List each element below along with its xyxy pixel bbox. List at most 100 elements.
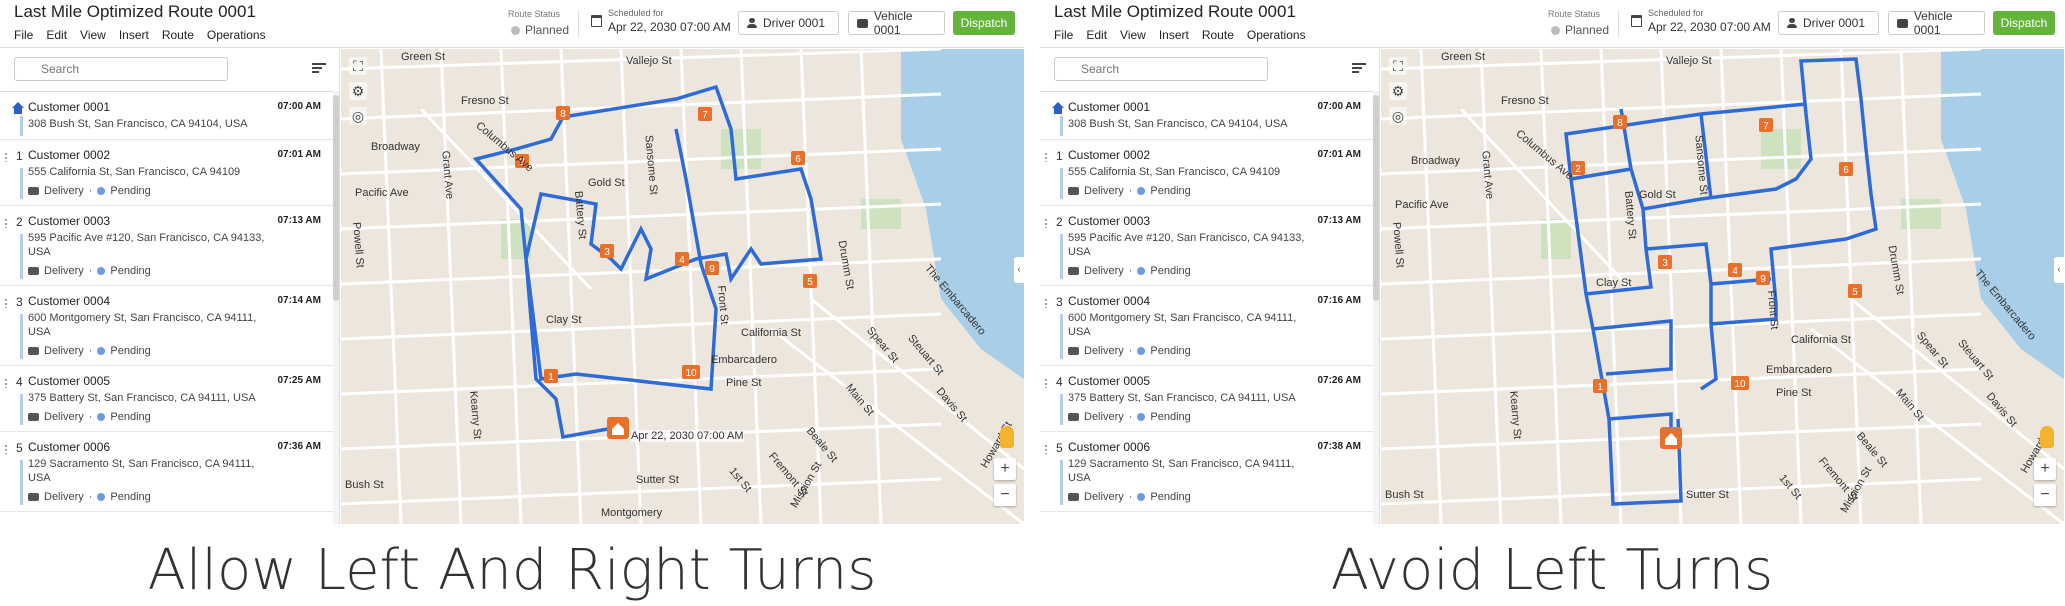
marker-7[interactable]: 7: [1759, 118, 1773, 132]
marker-8[interactable]: 8: [1613, 115, 1627, 129]
zoom-in-button[interactable]: +: [2034, 458, 2056, 480]
route-map[interactable]: 1 2 3 4 5 6 7 8 9 10 Green St Vallejo St…: [1381, 49, 2064, 524]
marker-5[interactable]: 5: [803, 274, 817, 288]
stop-status: Pending: [1150, 185, 1191, 197]
menu-file[interactable]: File: [1054, 28, 1073, 42]
route-map[interactable]: 1 2 3 4 5 6 7 8 9 10 Green St Vallejo St…: [341, 49, 1024, 524]
drag-handle-icon[interactable]: [1044, 378, 1048, 388]
vehicle-selector[interactable]: Vehicle 0001: [848, 9, 945, 37]
dispatch-button[interactable]: Dispatch: [1993, 11, 2055, 35]
drag-handle-icon[interactable]: [4, 298, 8, 308]
marker-8[interactable]: 8: [556, 106, 570, 120]
gear-icon[interactable]: ⚙: [1389, 82, 1407, 100]
street-label: Green St: [1441, 51, 1486, 63]
zoom-out-button[interactable]: −: [2034, 484, 2056, 506]
stop-type: Delivery: [1084, 411, 1124, 423]
stops-sidebar: Customer 0001 308 Bush St, San Francisco…: [0, 49, 340, 524]
depot-marker[interactable]: [607, 417, 629, 439]
pegman-icon[interactable]: [2040, 426, 2054, 448]
drag-handle-icon[interactable]: [4, 378, 8, 388]
drag-handle-icon[interactable]: [1044, 152, 1048, 162]
svg-text:9: 9: [709, 264, 715, 275]
stop-address: 129 Sacramento St, San Francisco, CA 941…: [28, 458, 255, 484]
marker-4[interactable]: 4: [1728, 263, 1742, 277]
fullscreen-icon[interactable]: ⛶: [1389, 57, 1407, 75]
pending-dot-icon: [97, 187, 106, 195]
stop-item[interactable]: 4 Customer 0005 375 Battery St, San Fran…: [1040, 366, 1373, 432]
marker-6[interactable]: 6: [791, 151, 805, 165]
menu-edit[interactable]: Edit: [46, 28, 67, 42]
stop-item-depot[interactable]: Customer 0001 308 Bush St, San Francisco…: [1040, 92, 1373, 140]
stop-item[interactable]: 2 Customer 0003 595 Pacific Ave #120, Sa…: [0, 206, 333, 286]
marker-4[interactable]: 4: [675, 252, 689, 266]
marker-9[interactable]: 9: [1756, 271, 1770, 285]
scrollbar-thumb[interactable]: [333, 95, 339, 301]
drag-handle-icon[interactable]: [1044, 298, 1048, 308]
scrollbar-thumb[interactable]: [1373, 95, 1379, 301]
marker-6[interactable]: 6: [1839, 162, 1853, 176]
marker-10[interactable]: 10: [682, 365, 700, 379]
stop-item[interactable]: 2 Customer 0003 595 Pacific Ave #120, Sa…: [1040, 206, 1373, 286]
stop-item[interactable]: 1 Customer 0002 555 California St, San F…: [0, 140, 333, 206]
vehicle-selector[interactable]: Vehicle 0001: [1888, 9, 1985, 37]
chevron-left-icon[interactable]: ‹: [2054, 257, 2064, 283]
svg-text:4: 4: [679, 255, 685, 266]
menu-operations[interactable]: Operations: [1247, 28, 1306, 42]
drag-handle-icon[interactable]: [4, 218, 8, 228]
route-bar: [1060, 116, 1063, 136]
search-input[interactable]: [1054, 57, 1268, 81]
driver-selector[interactable]: Driver 0001: [738, 11, 839, 35]
layers-icon[interactable]: ◎: [349, 107, 367, 125]
menu-view[interactable]: View: [1120, 28, 1146, 42]
stop-item[interactable]: 5 Customer 0006 129 Sacramento St, San F…: [0, 432, 333, 512]
chevron-left-icon[interactable]: ‹: [1014, 257, 1024, 283]
marker-1[interactable]: 1: [544, 369, 558, 383]
stop-type: Delivery: [1084, 345, 1124, 357]
map-canvas[interactable]: 1 2 3 4 5 6 7 8 9 10: [341, 49, 1024, 524]
marker-1[interactable]: 1: [1593, 379, 1607, 393]
marker-5[interactable]: 5: [1848, 284, 1862, 298]
stop-item[interactable]: 3 Customer 0004 600 Montgomery St, San F…: [1040, 286, 1373, 366]
zoom-out-button[interactable]: −: [994, 484, 1016, 506]
fullscreen-icon[interactable]: ⛶: [349, 57, 367, 75]
menu-edit[interactable]: Edit: [1086, 28, 1107, 42]
menu-file[interactable]: File: [14, 28, 33, 42]
drag-handle-icon[interactable]: [4, 152, 8, 162]
schedule-picker[interactable]: Scheduled for Apr 22, 2030 07:00 AM: [591, 8, 731, 34]
stop-item[interactable]: 1 Customer 0002 555 California St, San F…: [1040, 140, 1373, 206]
dispatch-button[interactable]: Dispatch: [953, 11, 1015, 35]
sort-icon[interactable]: [312, 63, 326, 75]
marker-3[interactable]: 3: [1658, 255, 1672, 269]
layers-icon[interactable]: ◎: [1389, 107, 1407, 125]
sort-icon[interactable]: [1352, 63, 1366, 75]
marker-7[interactable]: 7: [698, 107, 712, 121]
pegman-icon[interactable]: [1000, 426, 1014, 448]
menu-view[interactable]: View: [80, 28, 106, 42]
menu-insert[interactable]: Insert: [119, 28, 149, 42]
drag-handle-icon[interactable]: [1044, 444, 1048, 454]
marker-3[interactable]: 3: [600, 244, 614, 258]
driver-label: Driver 0001: [763, 16, 826, 30]
search-input[interactable]: [14, 57, 228, 81]
depot-marker[interactable]: [1660, 427, 1682, 449]
map-canvas[interactable]: 1 2 3 4 5 6 7 8 9 10: [1381, 49, 2064, 524]
menu-route[interactable]: Route: [1202, 28, 1234, 42]
menu-route[interactable]: Route: [162, 28, 194, 42]
marker-9[interactable]: 9: [705, 261, 719, 275]
stop-item-depot[interactable]: Customer 0001 308 Bush St, San Francisco…: [0, 92, 333, 140]
gear-icon[interactable]: ⚙: [349, 82, 367, 100]
drag-handle-icon[interactable]: [4, 444, 8, 454]
stop-item[interactable]: 3 Customer 0004 600 Montgomery St, San F…: [0, 286, 333, 366]
zoom-in-button[interactable]: +: [994, 458, 1016, 480]
stop-item[interactable]: 5 Customer 0006 129 Sacramento St, San F…: [1040, 432, 1373, 512]
menu-operations[interactable]: Operations: [207, 28, 266, 42]
menu-insert[interactable]: Insert: [1159, 28, 1189, 42]
drag-handle-icon[interactable]: [1044, 218, 1048, 228]
driver-selector[interactable]: Driver 0001: [1778, 11, 1879, 35]
stop-address: 308 Bush St, San Francisco, CA 94104, US…: [28, 118, 248, 130]
street-label: Vallejo St: [626, 55, 672, 67]
stop-item[interactable]: 4 Customer 0005 375 Battery St, San Fran…: [0, 366, 333, 432]
schedule-picker[interactable]: Scheduled for Apr 22, 2030 07:00 AM: [1631, 8, 1771, 34]
marker-10[interactable]: 10: [1731, 376, 1749, 390]
svg-text:4: 4: [1732, 266, 1738, 277]
